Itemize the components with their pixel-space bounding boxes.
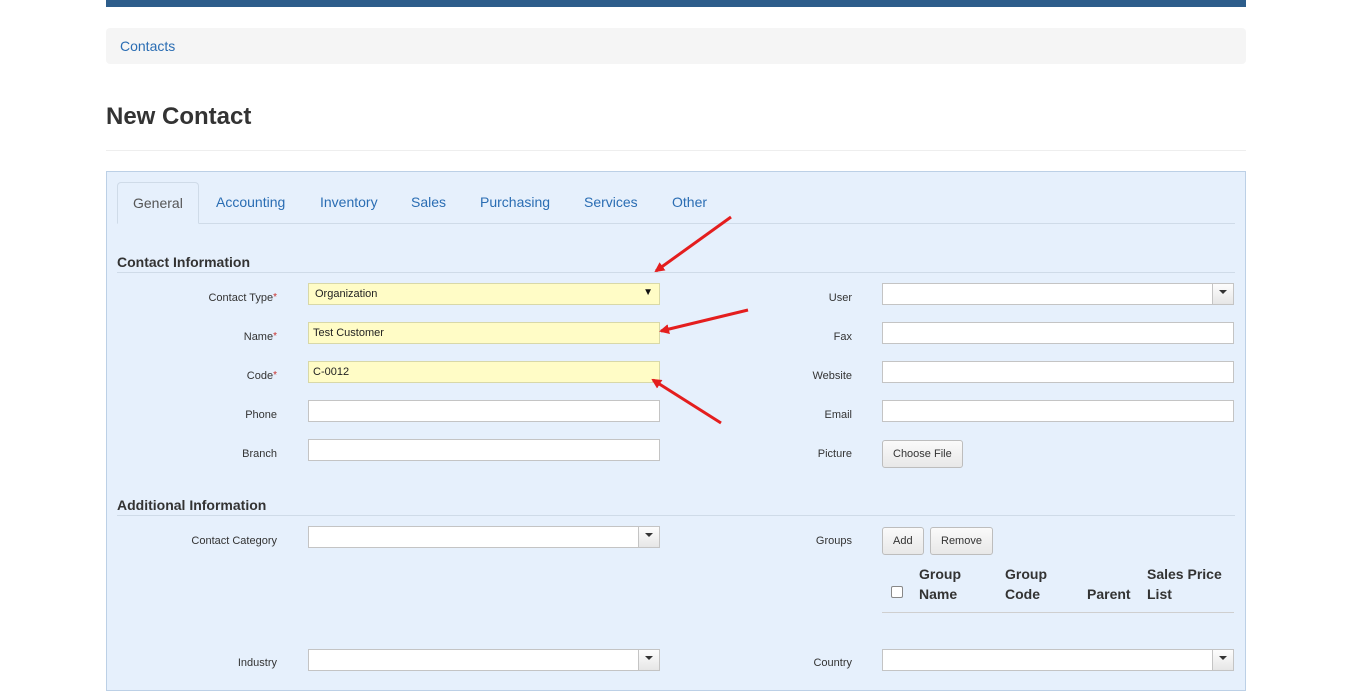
title-divider: [106, 150, 1246, 151]
contact-category-dropdown-button[interactable]: [638, 527, 659, 547]
website-label: Website: [812, 370, 852, 382]
choose-file-button[interactable]: Choose File: [882, 440, 963, 468]
contact-information-heading: Contact Information: [117, 254, 250, 270]
name-input[interactable]: [308, 322, 660, 344]
tab-other[interactable]: Other: [657, 182, 722, 224]
additional-information-heading: Additional Information: [117, 497, 267, 513]
groups-label: Groups: [815, 535, 852, 547]
country-label: Country: [813, 657, 852, 669]
fax-input[interactable]: [882, 322, 1234, 344]
tab-bar: General Accounting Inventory Sales Purch…: [117, 182, 1235, 224]
breadcrumb: Contacts: [106, 28, 1246, 64]
email-label: Email: [824, 409, 852, 421]
country-dropdown-button[interactable]: [1212, 650, 1233, 670]
chevron-down-icon: [645, 656, 653, 660]
industry-dropdown-button[interactable]: [638, 650, 659, 670]
column-header-group-code[interactable]: Group Code: [1005, 564, 1047, 604]
email-input[interactable]: [882, 400, 1234, 422]
page-title: New Contact: [106, 103, 252, 130]
select-all-groups-checkbox[interactable]: [891, 586, 903, 598]
branch-label: Branch: [242, 448, 277, 460]
contact-type-value: Organization: [315, 288, 378, 300]
section-divider: [117, 272, 1235, 273]
contact-type-label: Contact Type*: [208, 292, 277, 304]
branch-input[interactable]: [308, 439, 660, 461]
contact-type-select[interactable]: Organization ▼: [308, 283, 660, 305]
add-group-button[interactable]: Add: [882, 527, 924, 555]
section-divider: [117, 515, 1235, 516]
column-header-group-name[interactable]: Group Name: [919, 564, 961, 604]
column-header-sales-price-list[interactable]: Sales Price List: [1147, 564, 1222, 604]
required-marker: *: [273, 331, 277, 342]
user-label: User: [828, 292, 852, 304]
required-marker: *: [273, 292, 277, 303]
code-input[interactable]: [308, 361, 660, 383]
chevron-down-icon: [1219, 656, 1227, 660]
industry-label: Industry: [237, 657, 277, 669]
tab-purchasing[interactable]: Purchasing: [465, 182, 565, 224]
user-dropdown-button[interactable]: [1212, 284, 1233, 304]
user-combobox[interactable]: [882, 283, 1234, 305]
required-marker: *: [273, 370, 277, 381]
tab-inventory[interactable]: Inventory: [305, 182, 393, 224]
phone-input[interactable]: [308, 400, 660, 422]
chevron-down-icon: [645, 533, 653, 537]
chevron-down-icon: [1219, 290, 1227, 294]
contact-form-panel: General Accounting Inventory Sales Purch…: [106, 171, 1246, 691]
contact-category-combobox[interactable]: [308, 526, 660, 548]
top-nav-bar: [106, 0, 1246, 7]
column-header-parent[interactable]: Parent: [1087, 584, 1131, 604]
contact-category-label: Contact Category: [191, 535, 277, 547]
picture-label: Picture: [817, 448, 852, 460]
remove-group-button[interactable]: Remove: [930, 527, 993, 555]
tab-general[interactable]: General: [117, 182, 199, 224]
tab-services[interactable]: Services: [569, 182, 653, 224]
website-input[interactable]: [882, 361, 1234, 383]
groups-table-divider: [882, 612, 1234, 613]
fax-label: Fax: [833, 331, 852, 343]
phone-label: Phone: [245, 409, 277, 421]
code-label: Code*: [246, 370, 277, 382]
tab-accounting[interactable]: Accounting: [201, 182, 300, 224]
breadcrumb-contacts-link[interactable]: Contacts: [120, 38, 175, 54]
dropdown-caret-icon: ▼: [643, 287, 653, 298]
tab-sales[interactable]: Sales: [396, 182, 461, 224]
name-label: Name*: [243, 331, 277, 343]
